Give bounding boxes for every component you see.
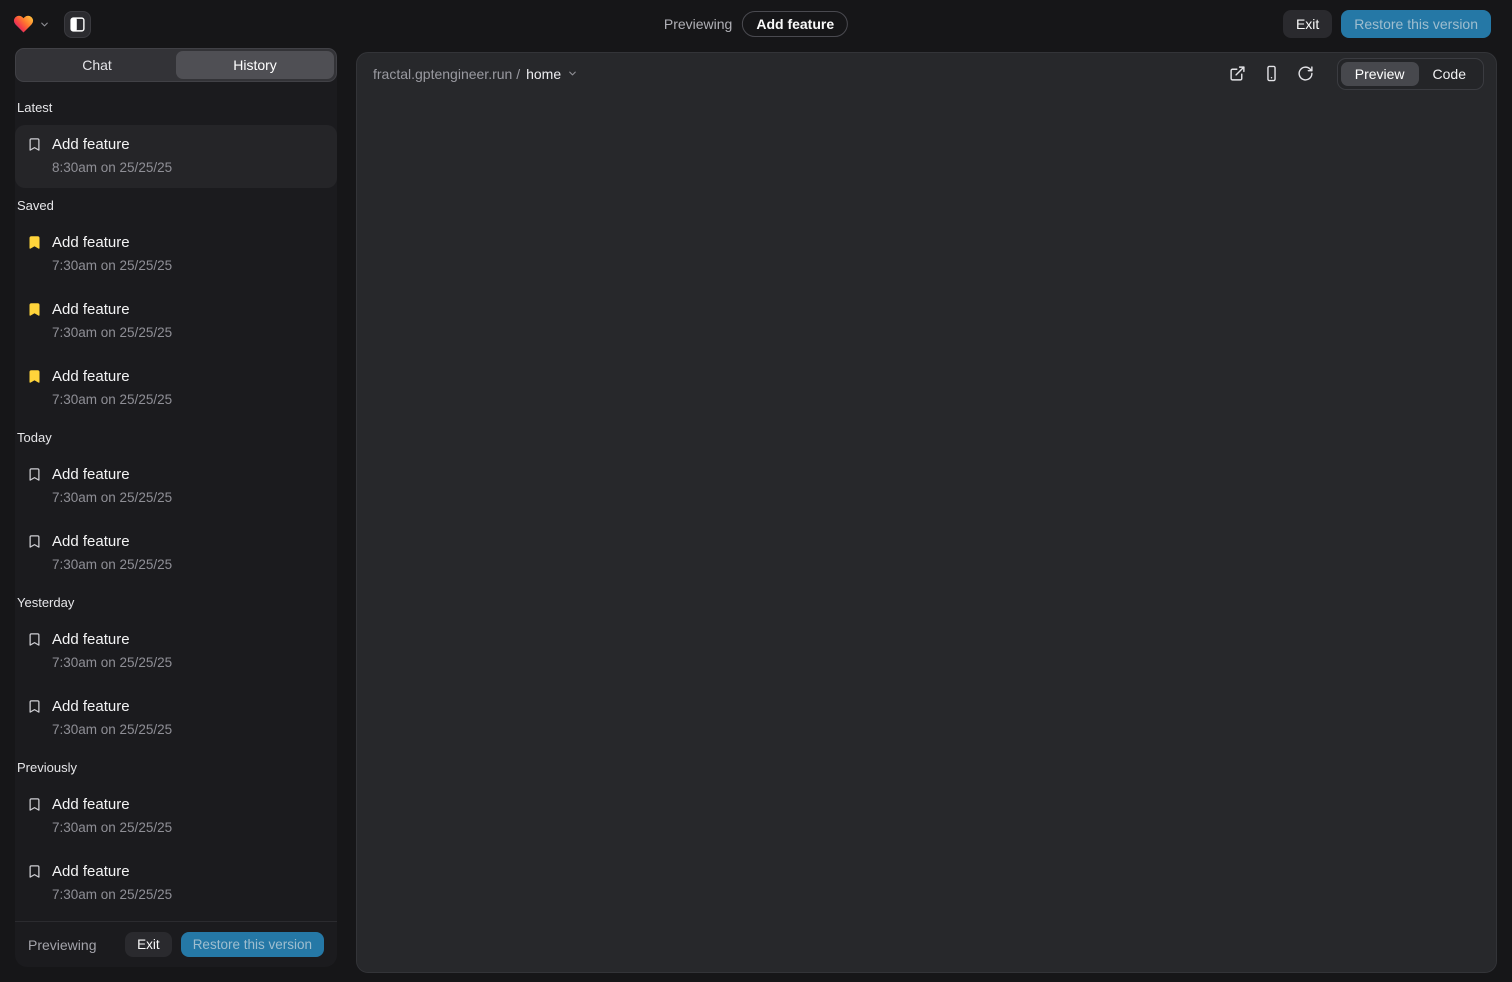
refresh-icon <box>1297 65 1314 82</box>
tab-history[interactable]: History <box>176 51 334 79</box>
history-section: Latest Add feature 8:30am on 25/25/25 <box>15 100 337 188</box>
version-title: Add feature <box>52 299 172 320</box>
version-item[interactable]: Add feature 7:30am on 25/25/25 <box>15 785 337 848</box>
version-name-badge[interactable]: Add feature <box>742 11 848 37</box>
chat-history-tabs: Chat History <box>15 48 337 82</box>
chevron-down-icon <box>39 19 50 30</box>
version-title: Add feature <box>52 464 172 485</box>
refresh-button[interactable] <box>1291 59 1321 89</box>
bookmark-outline-icon <box>27 699 42 714</box>
history-list: Latest Add feature 8:30am on 25/25/25 Sa… <box>15 82 337 921</box>
version-item[interactable]: Add feature 7:30am on 25/25/25 <box>15 290 337 353</box>
preview-code-tabs: Preview Code <box>1337 58 1484 90</box>
history-section: Today Add feature 7:30am on 25/25/25 Add… <box>15 430 337 585</box>
version-title: Add feature <box>52 629 172 650</box>
version-item[interactable]: Add feature 7:30am on 25/25/25 <box>15 223 337 286</box>
history-section: Saved Add feature 7:30am on 25/25/25 Add… <box>15 198 337 420</box>
version-item[interactable]: Add feature 7:30am on 25/25/25 <box>15 852 337 915</box>
exit-button[interactable]: Exit <box>1283 10 1332 38</box>
restore-version-button[interactable]: Restore this version <box>1341 10 1491 38</box>
bookmark-outline-icon <box>27 137 42 152</box>
version-title: Add feature <box>52 366 172 387</box>
previewing-status-label: Previewing <box>664 16 732 32</box>
top-bar: Previewing Add feature Exit Restore this… <box>0 0 1512 48</box>
bookmark-filled-icon <box>27 369 42 384</box>
version-item[interactable]: Add feature 7:30am on 25/25/25 <box>15 522 337 585</box>
version-timestamp: 7:30am on 25/25/25 <box>52 323 172 343</box>
section-title: Previously <box>17 760 337 775</box>
section-title: Today <box>17 430 337 445</box>
bookmark-filled-icon <box>27 235 42 250</box>
version-item[interactable]: Add feature 7:30am on 25/25/25 <box>15 687 337 750</box>
chevron-down-icon <box>567 68 578 79</box>
open-in-new-tab-button[interactable] <box>1223 59 1253 89</box>
breadcrumb-page: home <box>526 66 561 82</box>
preview-pane: fractal.gptengineer.run / home <box>356 52 1497 973</box>
version-title: Add feature <box>52 696 172 717</box>
sidebar-toggle-button[interactable] <box>64 11 91 38</box>
tab-chat[interactable]: Chat <box>18 51 176 79</box>
history-sidebar: Chat History Latest Add feature 8:30am o… <box>15 48 337 967</box>
version-timestamp: 7:30am on 25/25/25 <box>52 885 172 905</box>
history-section: Yesterday Add feature 7:30am on 25/25/25… <box>15 595 337 750</box>
version-title: Add feature <box>52 794 172 815</box>
version-timestamp: 7:30am on 25/25/25 <box>52 555 172 575</box>
bookmark-filled-icon <box>27 302 42 317</box>
preview-pane-header: fractal.gptengineer.run / home <box>357 53 1496 94</box>
footer-restore-version-button[interactable]: Restore this version <box>181 932 324 957</box>
version-item[interactable]: Add feature 7:30am on 25/25/25 <box>15 620 337 683</box>
version-item[interactable]: Add feature 8:30am on 25/25/25 <box>15 125 337 188</box>
breadcrumb-host: fractal.gptengineer.run / <box>373 66 520 82</box>
heart-logo-icon <box>12 13 35 35</box>
section-title: Latest <box>17 100 337 115</box>
footer-previewing-label: Previewing <box>28 937 96 953</box>
bookmark-outline-icon <box>27 534 42 549</box>
bookmark-outline-icon <box>27 864 42 879</box>
version-title: Add feature <box>52 134 172 155</box>
section-title: Yesterday <box>17 595 337 610</box>
mobile-view-button[interactable] <box>1257 59 1287 89</box>
version-timestamp: 8:30am on 25/25/25 <box>52 158 172 178</box>
panel-left-icon <box>69 16 86 33</box>
version-title: Add feature <box>52 232 172 253</box>
version-timestamp: 7:30am on 25/25/25 <box>52 818 172 838</box>
footer-exit-button[interactable]: Exit <box>125 932 172 957</box>
version-item[interactable]: Add feature 7:30am on 25/25/25 <box>15 357 337 420</box>
section-title: Saved <box>17 198 337 213</box>
version-timestamp: 7:30am on 25/25/25 <box>52 653 172 673</box>
version-timestamp: 7:30am on 25/25/25 <box>52 488 172 508</box>
version-timestamp: 7:30am on 25/25/25 <box>52 390 172 410</box>
smartphone-icon <box>1263 65 1280 82</box>
version-title: Add feature <box>52 531 172 552</box>
app-logo-menu[interactable] <box>12 13 50 35</box>
tab-preview[interactable]: Preview <box>1341 62 1419 86</box>
external-link-icon <box>1229 65 1246 82</box>
bookmark-outline-icon <box>27 632 42 647</box>
preview-viewport[interactable] <box>357 94 1496 972</box>
tab-code[interactable]: Code <box>1419 62 1480 86</box>
version-timestamp: 7:30am on 25/25/25 <box>52 256 172 276</box>
sidebar-footer: Previewing Exit Restore this version <box>15 921 337 967</box>
version-item[interactable]: Add feature 7:30am on 25/25/25 <box>15 455 337 518</box>
history-section: Previously Add feature 7:30am on 25/25/2… <box>15 760 337 915</box>
url-breadcrumb[interactable]: fractal.gptengineer.run / home <box>373 66 578 82</box>
version-title: Add feature <box>52 861 172 882</box>
bookmark-outline-icon <box>27 797 42 812</box>
version-timestamp: 7:30am on 25/25/25 <box>52 720 172 740</box>
bookmark-outline-icon <box>27 467 42 482</box>
